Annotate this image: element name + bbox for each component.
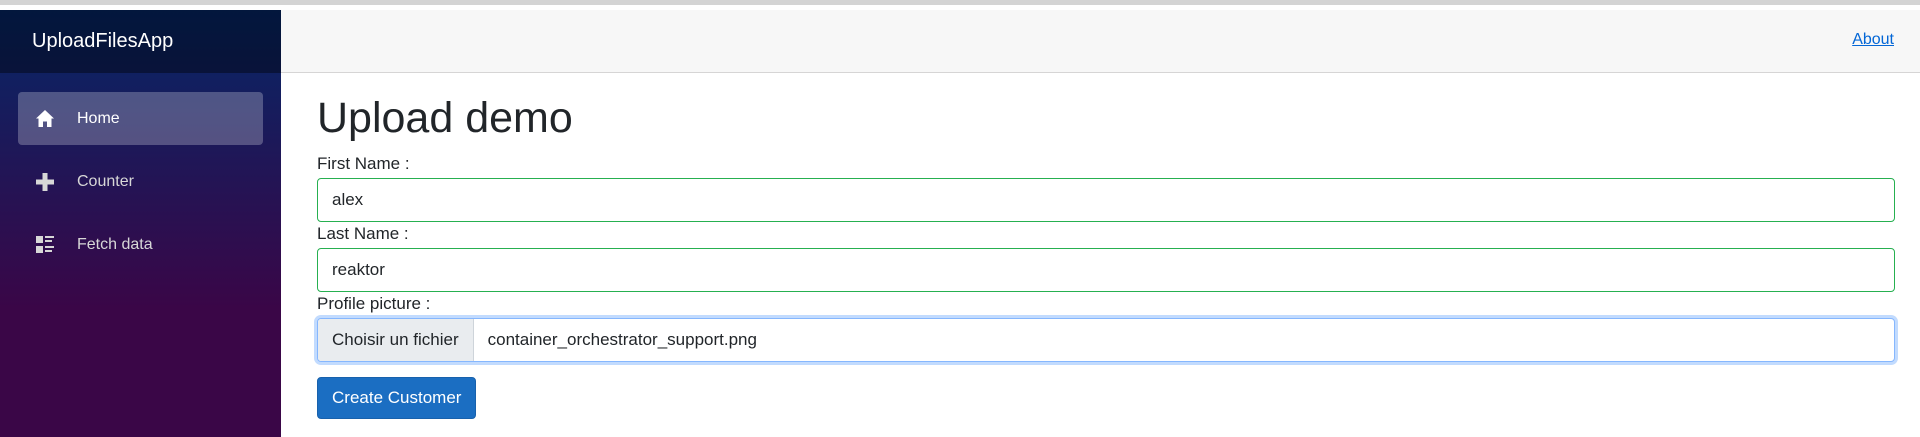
page-title: Upload demo: [317, 94, 573, 142]
profile-picture-label: Profile picture :: [317, 294, 431, 314]
list-rich-icon: [33, 233, 57, 257]
last-name-label: Last Name :: [317, 224, 409, 244]
top-row: About: [281, 10, 1920, 73]
brand-bar: UploadFilesApp: [0, 10, 281, 73]
home-icon: [33, 107, 57, 131]
sidebar-item-counter[interactable]: Counter: [18, 155, 263, 208]
about-link[interactable]: About: [1852, 31, 1894, 49]
app-brand[interactable]: UploadFilesApp: [32, 30, 173, 53]
choose-file-button[interactable]: Choisir un fichier: [318, 319, 474, 362]
sidebar-item-label: Counter: [77, 172, 134, 190]
profile-picture-file-input[interactable]: Choisir un fichier container_orchestrato…: [317, 318, 1895, 363]
sidebar-item-label: Home: [77, 109, 120, 127]
first-name-field[interactable]: [317, 178, 1895, 223]
nav-menu: Home Counter Fetch data: [0, 73, 281, 271]
sidebar-item-fetch-data[interactable]: Fetch data: [18, 218, 263, 271]
sidebar-item-home[interactable]: Home: [18, 92, 263, 145]
plus-icon: [33, 170, 57, 194]
last-name-field[interactable]: [317, 248, 1895, 293]
main-content: Upload demo First Name : Last Name : Pro…: [317, 73, 1895, 420]
first-name-label: First Name :: [317, 154, 410, 174]
sidebar-item-label: Fetch data: [77, 235, 153, 253]
create-customer-button[interactable]: Create Customer: [317, 377, 477, 420]
selected-file-name: container_orchestrator_support.png: [487, 330, 757, 350]
sidebar: UploadFilesApp Home Counter Fetch data: [0, 10, 281, 437]
browser-frame: UploadFilesApp Home Counter Fetch data A…: [0, 0, 1920, 437]
